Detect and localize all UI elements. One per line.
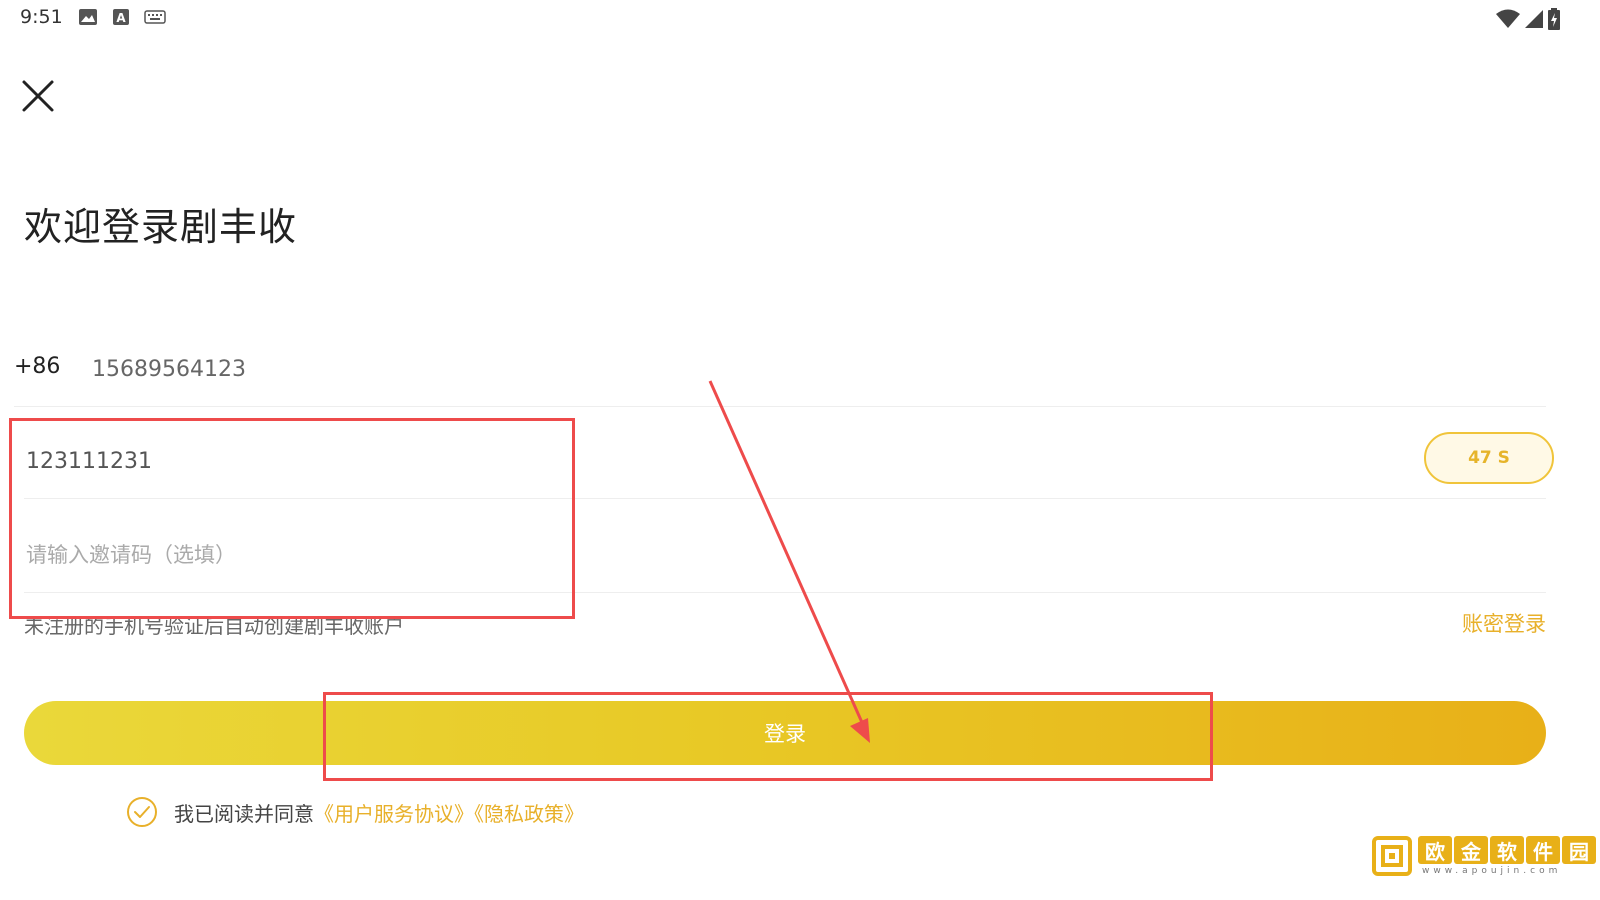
- privacy-policy-link[interactable]: 《隐私政策》: [474, 802, 584, 826]
- verification-code-row: 47 S: [24, 428, 1554, 499]
- agreement-prefix: 我已阅读并同意: [174, 801, 314, 826]
- auto-register-hint: 未注册的手机号验证后自动创建剧丰收账户: [24, 614, 404, 638]
- status-icons-left: A: [78, 8, 166, 26]
- status-icons-right: [1496, 8, 1560, 30]
- watermark-icon: [1372, 836, 1412, 876]
- resend-code-countdown-button[interactable]: 47 S: [1424, 432, 1554, 484]
- verification-code-input[interactable]: [24, 440, 628, 482]
- close-button[interactable]: [18, 76, 58, 116]
- phone-row: +86: [14, 340, 1546, 407]
- login-button[interactable]: 登录: [24, 701, 1546, 765]
- svg-text:A: A: [116, 11, 126, 25]
- password-login-link[interactable]: 账密登录: [1462, 608, 1546, 638]
- close-icon: [22, 80, 54, 112]
- agreement-row: 我已阅读并同意《用户服务协议》《隐私政策》: [126, 796, 584, 828]
- invite-code-input[interactable]: [24, 534, 728, 576]
- watermark-char: 软: [1490, 836, 1524, 864]
- invite-code-row: [24, 522, 1546, 593]
- font-a-icon: A: [113, 9, 129, 25]
- terms-of-service-link[interactable]: 《用户服务协议》: [314, 802, 474, 826]
- page-title: 欢迎登录剧丰收: [24, 205, 298, 249]
- phone-input[interactable]: [90, 348, 694, 390]
- login-screen: 9:51 A 欢迎登录剧丰收 +86 15689564123 123111231…: [0, 0, 1600, 900]
- watermark-char: 件: [1526, 836, 1560, 864]
- watermark-char: 金: [1454, 836, 1488, 864]
- status-time: 9:51: [20, 6, 63, 28]
- watermark-char: 园: [1562, 836, 1596, 864]
- battery-icon: [1548, 8, 1560, 30]
- watermark-url: www.apoujin.com: [1422, 866, 1562, 876]
- watermark-text: 欧 金 软 件 园: [1418, 836, 1596, 864]
- cellular-signal-icon: [1525, 10, 1543, 28]
- wifi-icon: [1496, 9, 1520, 28]
- watermark-char: 欧: [1418, 836, 1452, 864]
- image-icon: [79, 9, 97, 25]
- keyboard-icon: [144, 10, 166, 24]
- country-code-selector[interactable]: +86: [14, 354, 60, 379]
- watermark-logo: 欧 金 软 件 园 www.apoujin.com: [1372, 834, 1596, 880]
- check-circle-icon[interactable]: [126, 796, 158, 828]
